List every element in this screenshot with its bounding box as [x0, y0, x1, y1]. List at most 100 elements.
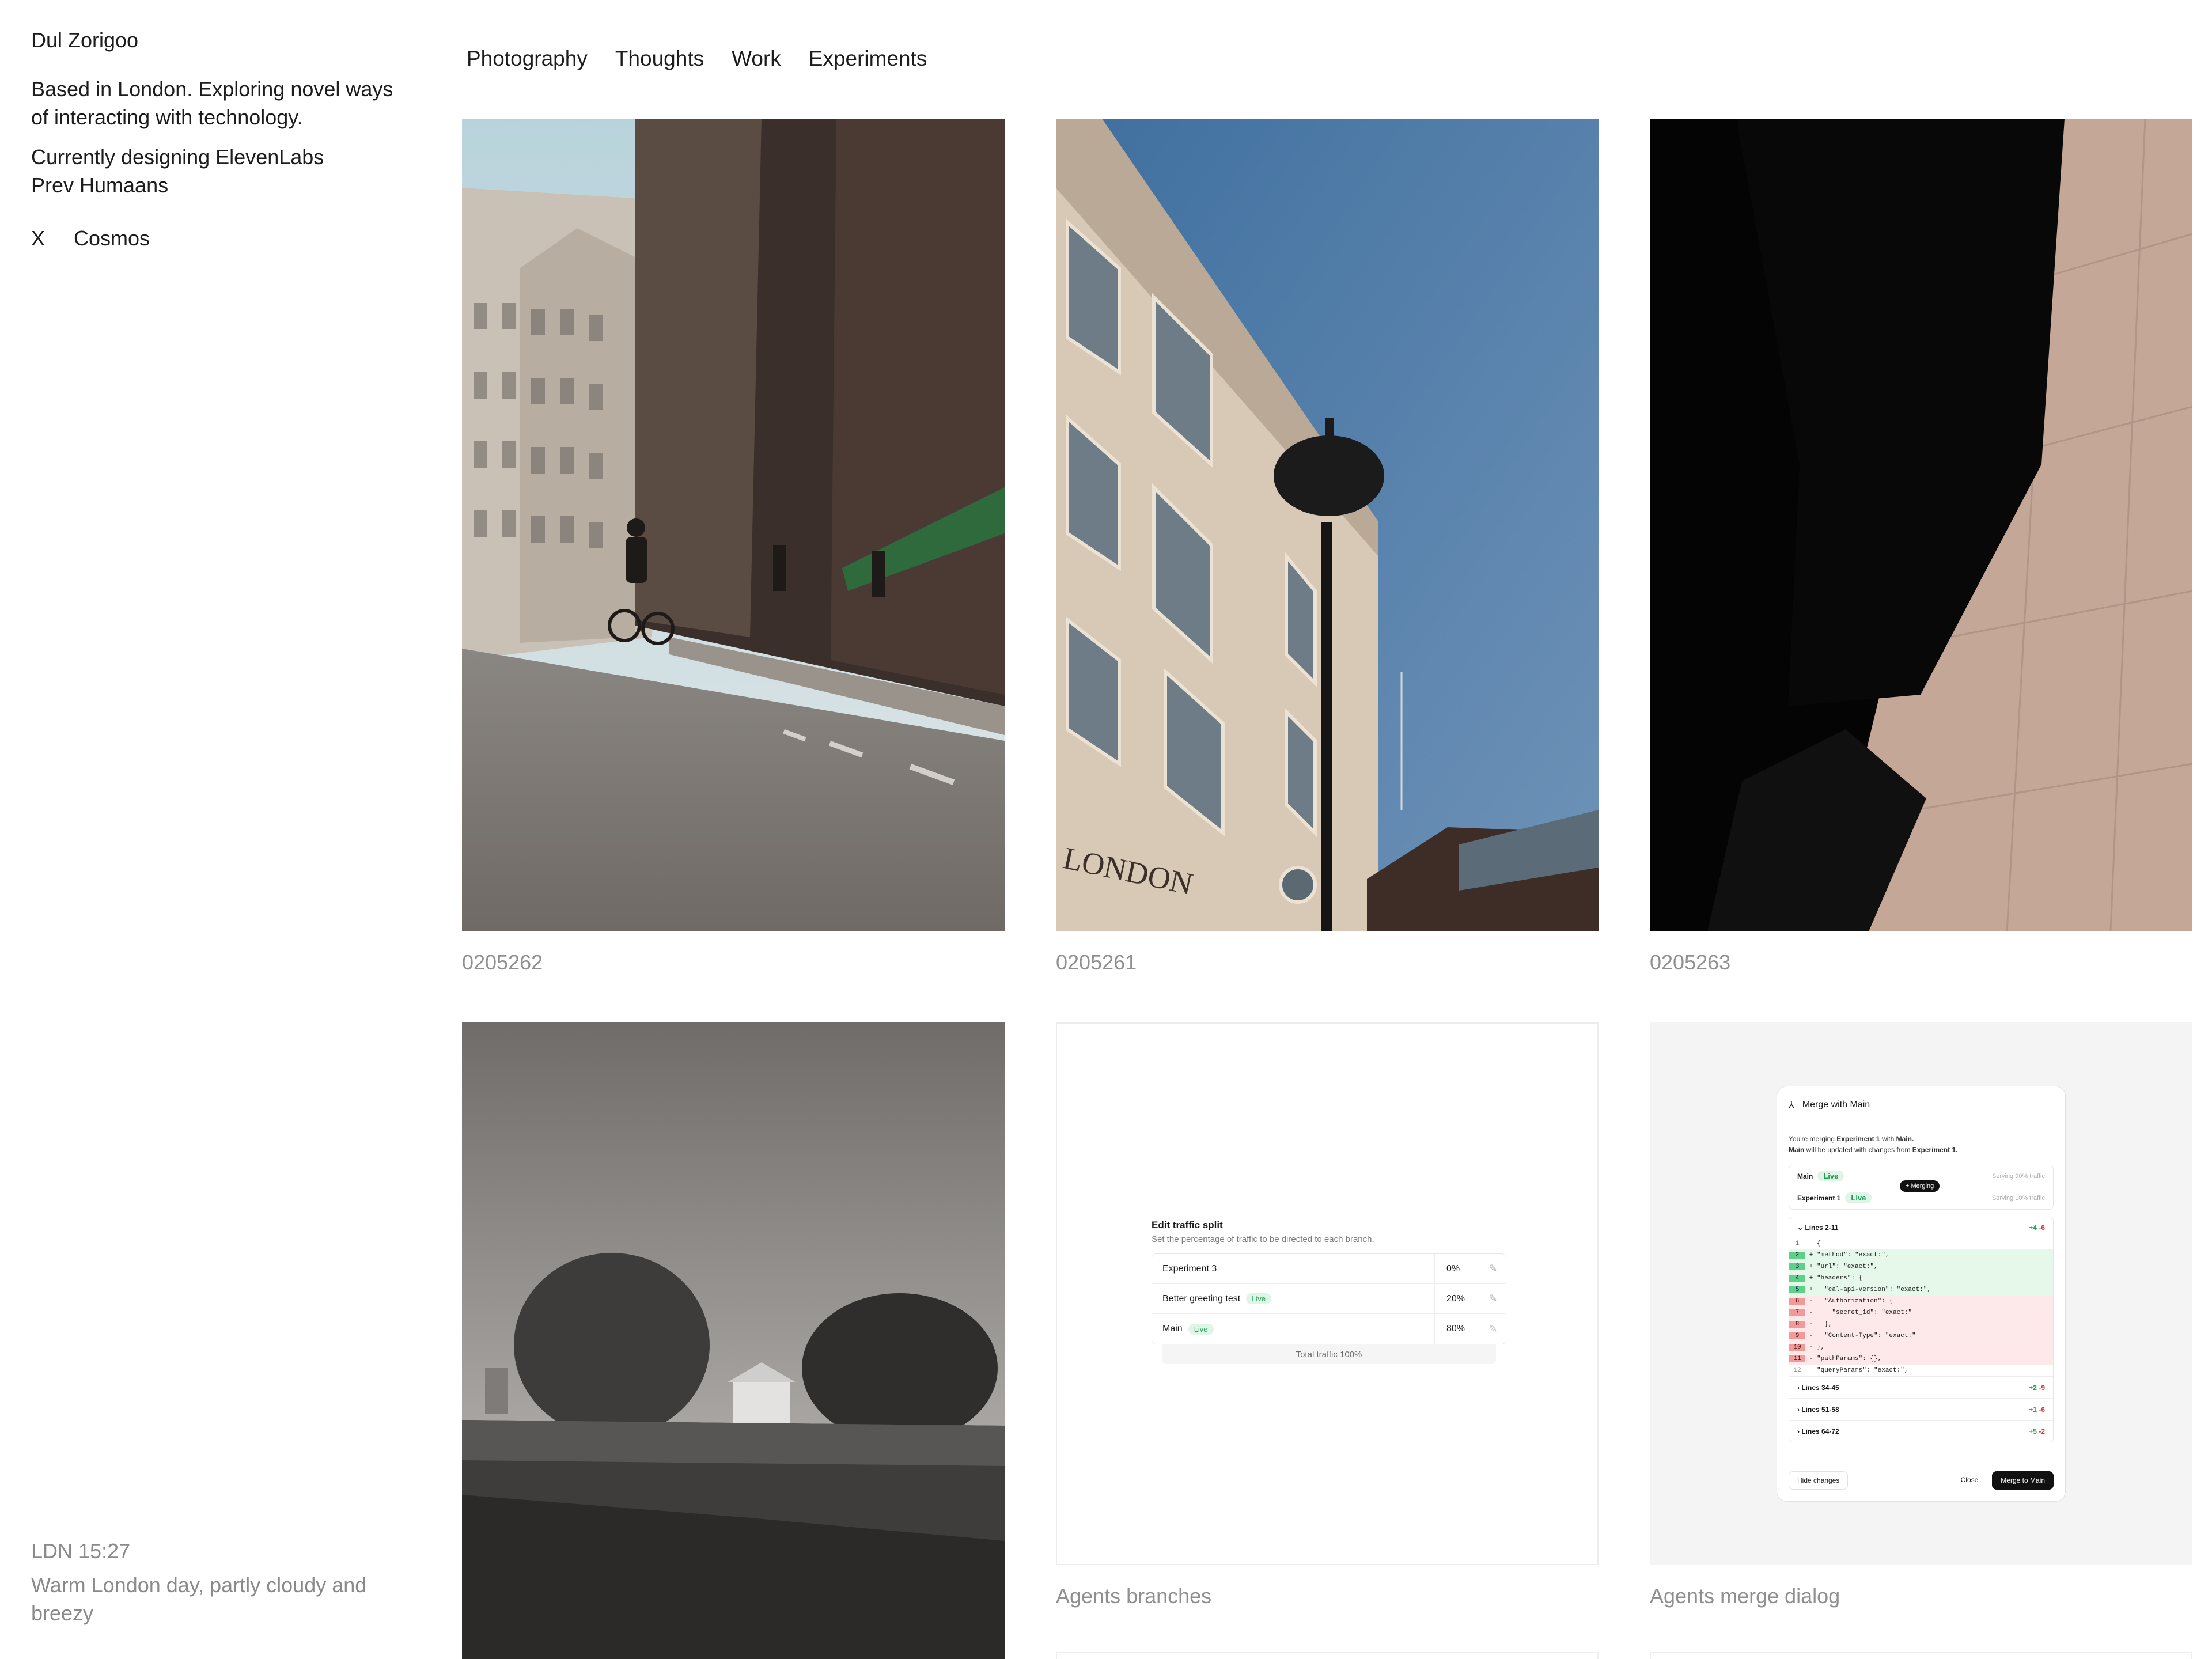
park-house-photo[interactable] [462, 1022, 1005, 1659]
card-preview[interactable] [1056, 1652, 1599, 1659]
work-caption: Agents merge dialog [1650, 1584, 1840, 1608]
hide-changes-button[interactable]: Hide changes [1789, 1471, 1849, 1490]
added-count: +4 [2029, 1224, 2037, 1232]
photo-caption: 0205263 [1650, 950, 1731, 974]
merge-dialog-preview[interactable]: ⅄ Merge with Main You're merging Experim… [1650, 1022, 2192, 1565]
work-caption: Agents branches [1056, 1584, 1212, 1608]
diff-sign: + [1809, 1275, 1813, 1282]
diff-hunk-header[interactable]: › Lines 51-58 +1 -6 [1789, 1398, 2053, 1420]
photo-card: 0205263 [1650, 119, 2192, 978]
desc-branch: Experiment 1. [1912, 1146, 1958, 1154]
table-row: Better greeting test Live 20% ✎ [1152, 1284, 1506, 1314]
current-role: Currently designing ElevenLabs [31, 145, 324, 169]
diff-sign: - [1809, 1309, 1813, 1316]
code-line: 9- "Content-Type": "exact:" [1789, 1330, 2053, 1342]
branch-traffic: Serving 10% traffic [1991, 1194, 2045, 1202]
nav-thoughts[interactable]: Thoughts [615, 44, 704, 74]
pencil-icon[interactable]: ✎ [1480, 1263, 1506, 1275]
traffic-split-preview[interactable]: Edit traffic split Set the percentage of… [1056, 1022, 1599, 1565]
card-preview[interactable] [1650, 1652, 2192, 1659]
line-number: 12 [1793, 1367, 1801, 1374]
code-line: 5 + "cal-api-version": "exact:", [1789, 1284, 2053, 1296]
code-text: "cal-api-version": "exact:", [1817, 1286, 1931, 1293]
live-badge: Live [1845, 1192, 1872, 1203]
code-line: 12 "queryParams": "exact:", [1789, 1365, 2053, 1376]
hunk-label: Lines 2-11 [1805, 1224, 1839, 1232]
diff-view: ⌄ Lines 2-11 +4 -6 1{2 + "method": "exact:… [1789, 1217, 2054, 1442]
code-line: 2 + "method": "exact:", [1789, 1249, 2053, 1261]
code-text: { [1817, 1240, 1821, 1247]
work-card [1650, 1652, 2192, 1659]
work-card: Edit traffic split Set the percentage of… [1056, 1022, 1599, 1611]
live-badge: Live [1188, 1323, 1214, 1335]
shadow-pavement-photo[interactable] [1650, 119, 2192, 931]
traffic-split-table: Experiment 3 0% ✎ Better greeting test Li… [1152, 1253, 1506, 1344]
code-text: "queryParams": "exact:", [1817, 1367, 1908, 1374]
nav-experiments[interactable]: Experiments [809, 44, 927, 74]
live-badge: Live [1246, 1293, 1272, 1304]
removed-count: -2 [2039, 1427, 2045, 1435]
desc-branch: Main. [1896, 1135, 1914, 1143]
table-row: Experiment 3 0% ✎ [1152, 1254, 1506, 1284]
desc-text: with [1880, 1135, 1896, 1143]
removed-count: -9 [2039, 1383, 2045, 1392]
pencil-icon[interactable]: ✎ [1480, 1323, 1506, 1335]
live-badge: Live [1817, 1171, 1844, 1181]
desc-text: You're merging [1789, 1135, 1837, 1143]
x-link[interactable]: X [31, 224, 45, 253]
street-cyclist-photo[interactable] [462, 119, 1005, 931]
portfolio-page: Dul Zorigoo Based in London. Exploring n… [0, 0, 2212, 1659]
sidebar: Dul Zorigoo Based in London. Exploring n… [31, 25, 411, 253]
weather-note: Warm London day, partly cloudy and breez… [31, 1573, 367, 1625]
sidebar-footer: LDN 15:27 Warm London day, partly cloudy… [31, 1537, 423, 1627]
code-line: 6- "Authorization": { [1789, 1296, 2053, 1307]
diff-hunk-header[interactable]: › Lines 34-45 +2 -9 [1789, 1376, 2053, 1398]
code-text: }, [1817, 1344, 1825, 1351]
nav-photography[interactable]: Photography [467, 44, 588, 74]
diff-hunk-header[interactable]: › Lines 64-72 +5 -2 [1789, 1420, 2053, 1442]
diff-sign: + [1809, 1263, 1813, 1270]
nav-work[interactable]: Work [732, 44, 781, 74]
branch-percent[interactable]: 20% [1434, 1284, 1480, 1313]
code-line: 4 + "headers": { [1789, 1272, 2053, 1284]
code-line: 1{ [1789, 1238, 2053, 1249]
pencil-icon[interactable]: ✎ [1480, 1293, 1506, 1305]
desc-branch: Main [1789, 1146, 1805, 1154]
code-text: "method": "exact:", [1817, 1252, 1889, 1259]
line-number: 7 [1789, 1309, 1805, 1316]
code-text: "Content-Type": "exact:" [1817, 1332, 1916, 1339]
line-number: 3 [1789, 1263, 1805, 1270]
lamppost-building-photo[interactable]: LONDON [1056, 119, 1599, 931]
desc-text: will be updated with changes from [1804, 1146, 1912, 1154]
cosmos-link[interactable]: Cosmos [74, 224, 150, 253]
merge-icon: ⅄ [1789, 1100, 1794, 1110]
author-name[interactable]: Dul Zorigoo [31, 25, 411, 55]
merge-dialog-title: Merge with Main [1802, 1100, 1870, 1109]
hunk-label: Lines 51-58 [1801, 1405, 1839, 1414]
code-text: "headers": { [1817, 1275, 1863, 1282]
code-lines: 1{2 + "method": "exact:", 3 + "url": "exact:"… [1789, 1238, 2053, 1376]
diff-hunk-header[interactable]: ⌄ Lines 2-11 +4 -6 [1789, 1217, 2053, 1238]
branch-percent[interactable]: 80% [1434, 1314, 1480, 1344]
diff-sign: - [1809, 1321, 1813, 1328]
social-links: X Cosmos [31, 224, 411, 253]
branch-name: Better greeting test [1162, 1293, 1241, 1304]
total-traffic: Total traffic 100% [1162, 1344, 1496, 1364]
code-text: }, [1817, 1321, 1832, 1328]
work-card: ⅄ Merge with Main You're merging Experim… [1650, 1022, 2192, 1611]
line-number: 6 [1789, 1298, 1805, 1305]
previous-role: Prev Humaans [31, 173, 169, 197]
removed-count: -6 [2039, 1405, 2045, 1414]
chevron-down-icon: ⌄ [1797, 1224, 1805, 1232]
merge-to-main-button[interactable]: Merge to Main [1992, 1471, 2054, 1490]
code-line: 8- }, [1789, 1319, 2053, 1330]
line-number: 1 [1795, 1240, 1800, 1247]
desc-branch: Experiment 1 [1836, 1135, 1880, 1143]
diff-sign: - [1809, 1332, 1813, 1339]
close-button[interactable]: Close [1952, 1471, 1987, 1490]
photo-card [462, 1022, 1005, 1659]
line-number: 5 [1789, 1286, 1805, 1293]
branch-traffic: Serving 90% traffic [1991, 1172, 2045, 1180]
branch-percent[interactable]: 0% [1434, 1254, 1480, 1283]
merge-dialog: ⅄ Merge with Main You're merging Experim… [1777, 1086, 2066, 1502]
